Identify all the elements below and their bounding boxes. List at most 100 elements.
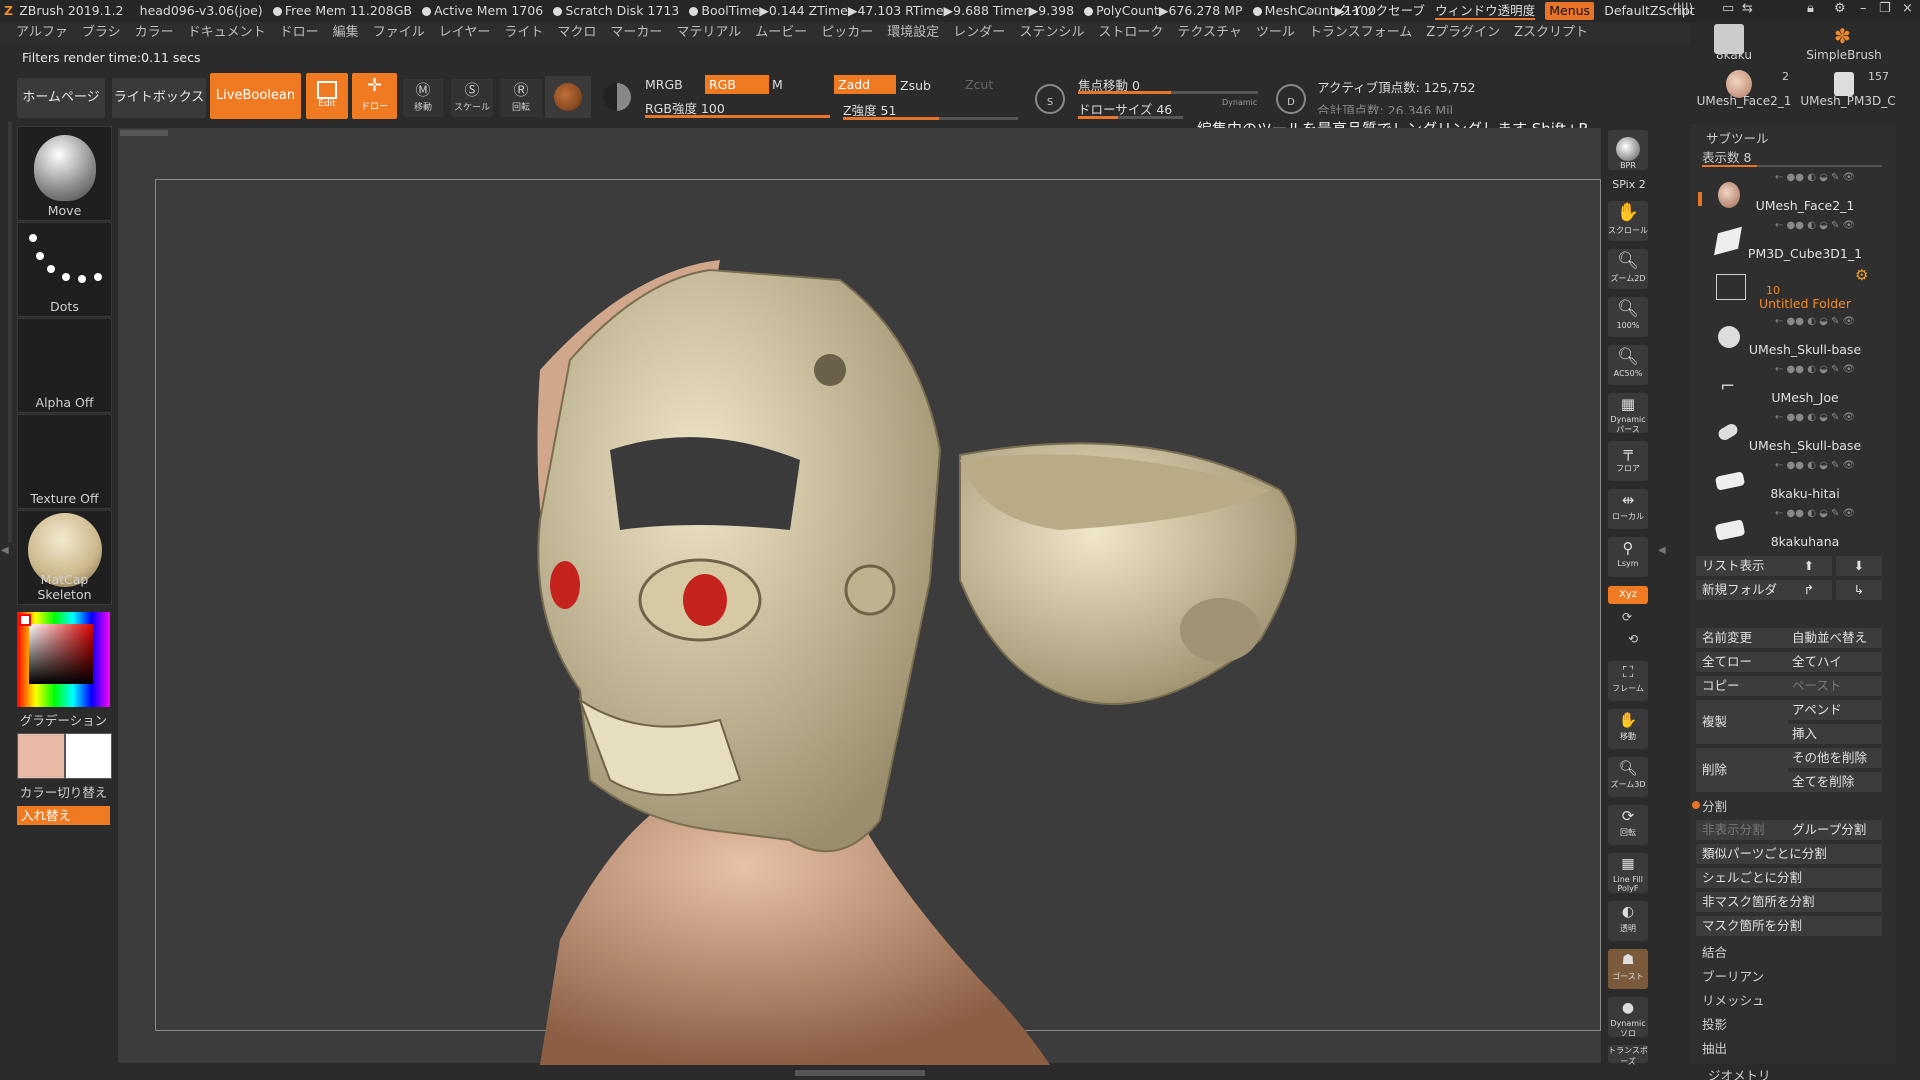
texture-slot[interactable]: Texture Off <box>17 414 112 509</box>
menu-color[interactable]: カラー <box>135 22 174 44</box>
move-button[interactable]: Ⓜ 移動 <box>403 79 443 117</box>
lightbox-button[interactable]: ライトボックス <box>112 78 206 118</box>
quicksave-button[interactable]: クイックセーブ <box>1338 3 1425 18</box>
menu-draw[interactable]: ドロー <box>280 22 319 44</box>
ac-label[interactable]: AC <box>1305 5 1320 18</box>
actual-size-button[interactable]: 🔍︎ 100% <box>1608 297 1648 337</box>
append-button[interactable]: アペンド <box>1786 700 1882 720</box>
transpose-button[interactable]: トランスポーズ <box>1608 1045 1648 1066</box>
homepage-button[interactable]: ホームページ <box>17 78 105 118</box>
color-sphere-icon[interactable] <box>603 83 631 111</box>
window-transparency-slider[interactable]: ウィンドウ透明度 <box>1435 3 1536 20</box>
subtool-toggles-icon[interactable]: ⇠ ●● ◐ ◒ ✎ 👁︎ <box>1775 220 1855 231</box>
menu-alpha[interactable]: アルファ <box>16 22 68 44</box>
visible-count-slider[interactable]: 表示数 8 <box>1702 147 1751 166</box>
extract-section[interactable]: 抽出 <box>1702 1038 1727 1057</box>
subtool-item[interactable]: ⇠ ●● ◐ ◒ ✎ 👁︎ UMesh_Face2_1 <box>1700 172 1890 220</box>
zcut-toggle[interactable]: Zcut <box>965 77 993 92</box>
menu-zplugin[interactable]: Zプラグイン <box>1426 22 1500 44</box>
canvas-scroll-bottom[interactable] <box>795 1070 925 1076</box>
perspective-button[interactable]: ▦ Dynamic パース <box>1608 393 1648 434</box>
menu-stencil[interactable]: ステンシル <box>1019 22 1084 44</box>
subtool-folder[interactable]: ⚙ 10 Untitled Folder <box>1700 266 1890 316</box>
visible-count-track[interactable] <box>1702 165 1882 167</box>
paste-button[interactable]: ペースト <box>1786 676 1882 696</box>
zoom2d-button[interactable]: 🔍︎ ズーム2D <box>1608 249 1648 289</box>
subtool-toggles-icon[interactable]: ⇠ ●● ◐ ◒ ✎ 👁︎ <box>1775 316 1855 327</box>
layout-icon[interactable]: ▭ <box>1722 1 1734 16</box>
help-icon[interactable]: ⚙ <box>1834 1 1846 16</box>
minimize-icon[interactable]: – <box>1860 1 1867 16</box>
color-picker-square[interactable] <box>29 624 93 684</box>
dynamic-draw-icon[interactable]: D <box>1276 84 1306 114</box>
subtool-toggles-icon[interactable]: ⇠ ●● ◐ ◒ ✎ 👁︎ <box>1775 460 1855 471</box>
edit-button[interactable]: Edit <box>306 73 348 119</box>
subtool-toggles-icon[interactable]: ⇠ ●● ◐ ◒ ✎ 👁︎ <box>1775 508 1855 519</box>
xyz-button[interactable]: Xyz <box>1608 586 1648 604</box>
menu-zscript[interactable]: Zスクリプト <box>1514 22 1588 44</box>
insert-button[interactable]: 挿入 <box>1786 724 1882 744</box>
bpr-button[interactable]: BPR <box>1608 130 1648 170</box>
subtool-item[interactable]: ⌐ ⇠ ●● ◐ ◒ ✎ 👁︎ UMesh_Joe <box>1700 364 1890 412</box>
3d-model-head[interactable] <box>460 220 1310 1065</box>
all-high-button[interactable]: 全てハイ <box>1786 652 1882 672</box>
split-unmasked-button[interactable]: 非マスク箇所を分割 <box>1696 892 1882 912</box>
folder-gear-icon[interactable]: ⚙ <box>1855 266 1868 284</box>
split-similar-button[interactable]: 類似パーツごとに分割 <box>1696 844 1882 864</box>
rotate-view-button[interactable]: ⟳ 回転 <box>1608 805 1648 845</box>
swap-button[interactable]: 入れ替え <box>17 806 110 825</box>
geometry-section[interactable]: ジオメトリ <box>1708 1070 1771 1080</box>
rgb-intensity-track[interactable] <box>645 115 830 118</box>
delete-other-button[interactable]: その他を削除 <box>1786 748 1882 768</box>
delete-all-button[interactable]: 全てを削除 <box>1786 772 1882 792</box>
rotate-z-icon[interactable]: ⟲ <box>1628 632 1638 646</box>
lsym-button[interactable]: ⚲ Lsym <box>1608 537 1648 577</box>
transparency-button[interactable]: ◐ 透明 <box>1608 901 1648 941</box>
move-down-button[interactable]: ⬇ <box>1836 556 1882 576</box>
all-low-button[interactable]: 全てロー <box>1696 652 1788 672</box>
material-slot[interactable]: MatCap Skeleton <box>17 510 112 605</box>
subtool-item[interactable]: ⇠ ●● ◐ ◒ ✎ 👁︎ 8kaku-hitai <box>1700 460 1890 508</box>
color-picker[interactable] <box>17 612 110 707</box>
canvas-scroll-top[interactable] <box>120 130 168 136</box>
zsub-toggle[interactable]: Zsub <box>900 78 931 93</box>
menu-material[interactable]: マテリアル <box>676 22 741 44</box>
close-icon[interactable]: × <box>1902 1 1913 16</box>
mrgb-toggle[interactable]: MRGB <box>645 77 683 92</box>
split-masked-button[interactable]: マスク箇所を分割 <box>1696 916 1882 936</box>
polyf-button[interactable]: ▦ Line Fill PolyF <box>1608 853 1648 893</box>
rgb-toggle[interactable]: RGB <box>705 75 769 94</box>
copy-button[interactable]: コピー <box>1696 676 1788 696</box>
rename-button[interactable]: 名前変更 <box>1696 628 1788 648</box>
list-view-button[interactable]: リスト表示 <box>1696 556 1788 576</box>
simplebrush-icon[interactable]: ✽ <box>1834 24 1851 48</box>
menu-texture[interactable]: テクスチャ <box>1177 22 1241 44</box>
menus-button[interactable]: Menus <box>1545 2 1595 20</box>
split-shells-button[interactable]: シェルごとに分割 <box>1696 868 1882 888</box>
menu-render[interactable]: レンダー <box>953 22 1005 44</box>
menu-preferences[interactable]: 環境設定 <box>887 22 939 44</box>
z-intensity-track[interactable] <box>843 117 1018 120</box>
menu-stroke[interactable]: ストローク <box>1098 22 1163 44</box>
menu-tool[interactable]: ツール <box>1256 22 1295 44</box>
floor-button[interactable]: ╤ フロア <box>1608 441 1648 481</box>
remesh-section[interactable]: リメッシュ <box>1702 990 1765 1009</box>
delete-button[interactable]: 削除 <box>1696 748 1788 792</box>
menu-marker[interactable]: マーカー <box>610 22 662 44</box>
maximize-icon[interactable]: ❐ <box>1879 1 1891 16</box>
focal-shift-icon[interactable]: S <box>1035 84 1065 114</box>
color-switch-label[interactable]: カラー切り替え <box>17 782 110 801</box>
rotate-button[interactable]: Ⓡ 回転 <box>500 79 542 117</box>
subtool-toggles-icon[interactable]: ⇠ ●● ◐ ◒ ✎ 👁︎ <box>1775 172 1855 183</box>
scroll-button[interactable]: ✋ スクロール <box>1608 201 1648 241</box>
menu-document[interactable]: ドキュメント <box>188 22 266 44</box>
move-view-button[interactable]: ✋ 移動 <box>1608 709 1648 749</box>
merge-section[interactable]: 結合 <box>1702 942 1727 961</box>
frame-button[interactable]: ⛶ フレーム <box>1608 661 1648 701</box>
duplicate-button[interactable]: 複製 <box>1696 700 1788 744</box>
split-section-header[interactable]: 分割 <box>1702 796 1727 815</box>
menu-brush[interactable]: ブラシ <box>82 22 121 44</box>
stroke-slot[interactable]: Dots <box>17 222 112 317</box>
subtool-title[interactable]: サブツール <box>1706 128 1769 147</box>
brush-slot[interactable]: Move <box>17 126 112 221</box>
